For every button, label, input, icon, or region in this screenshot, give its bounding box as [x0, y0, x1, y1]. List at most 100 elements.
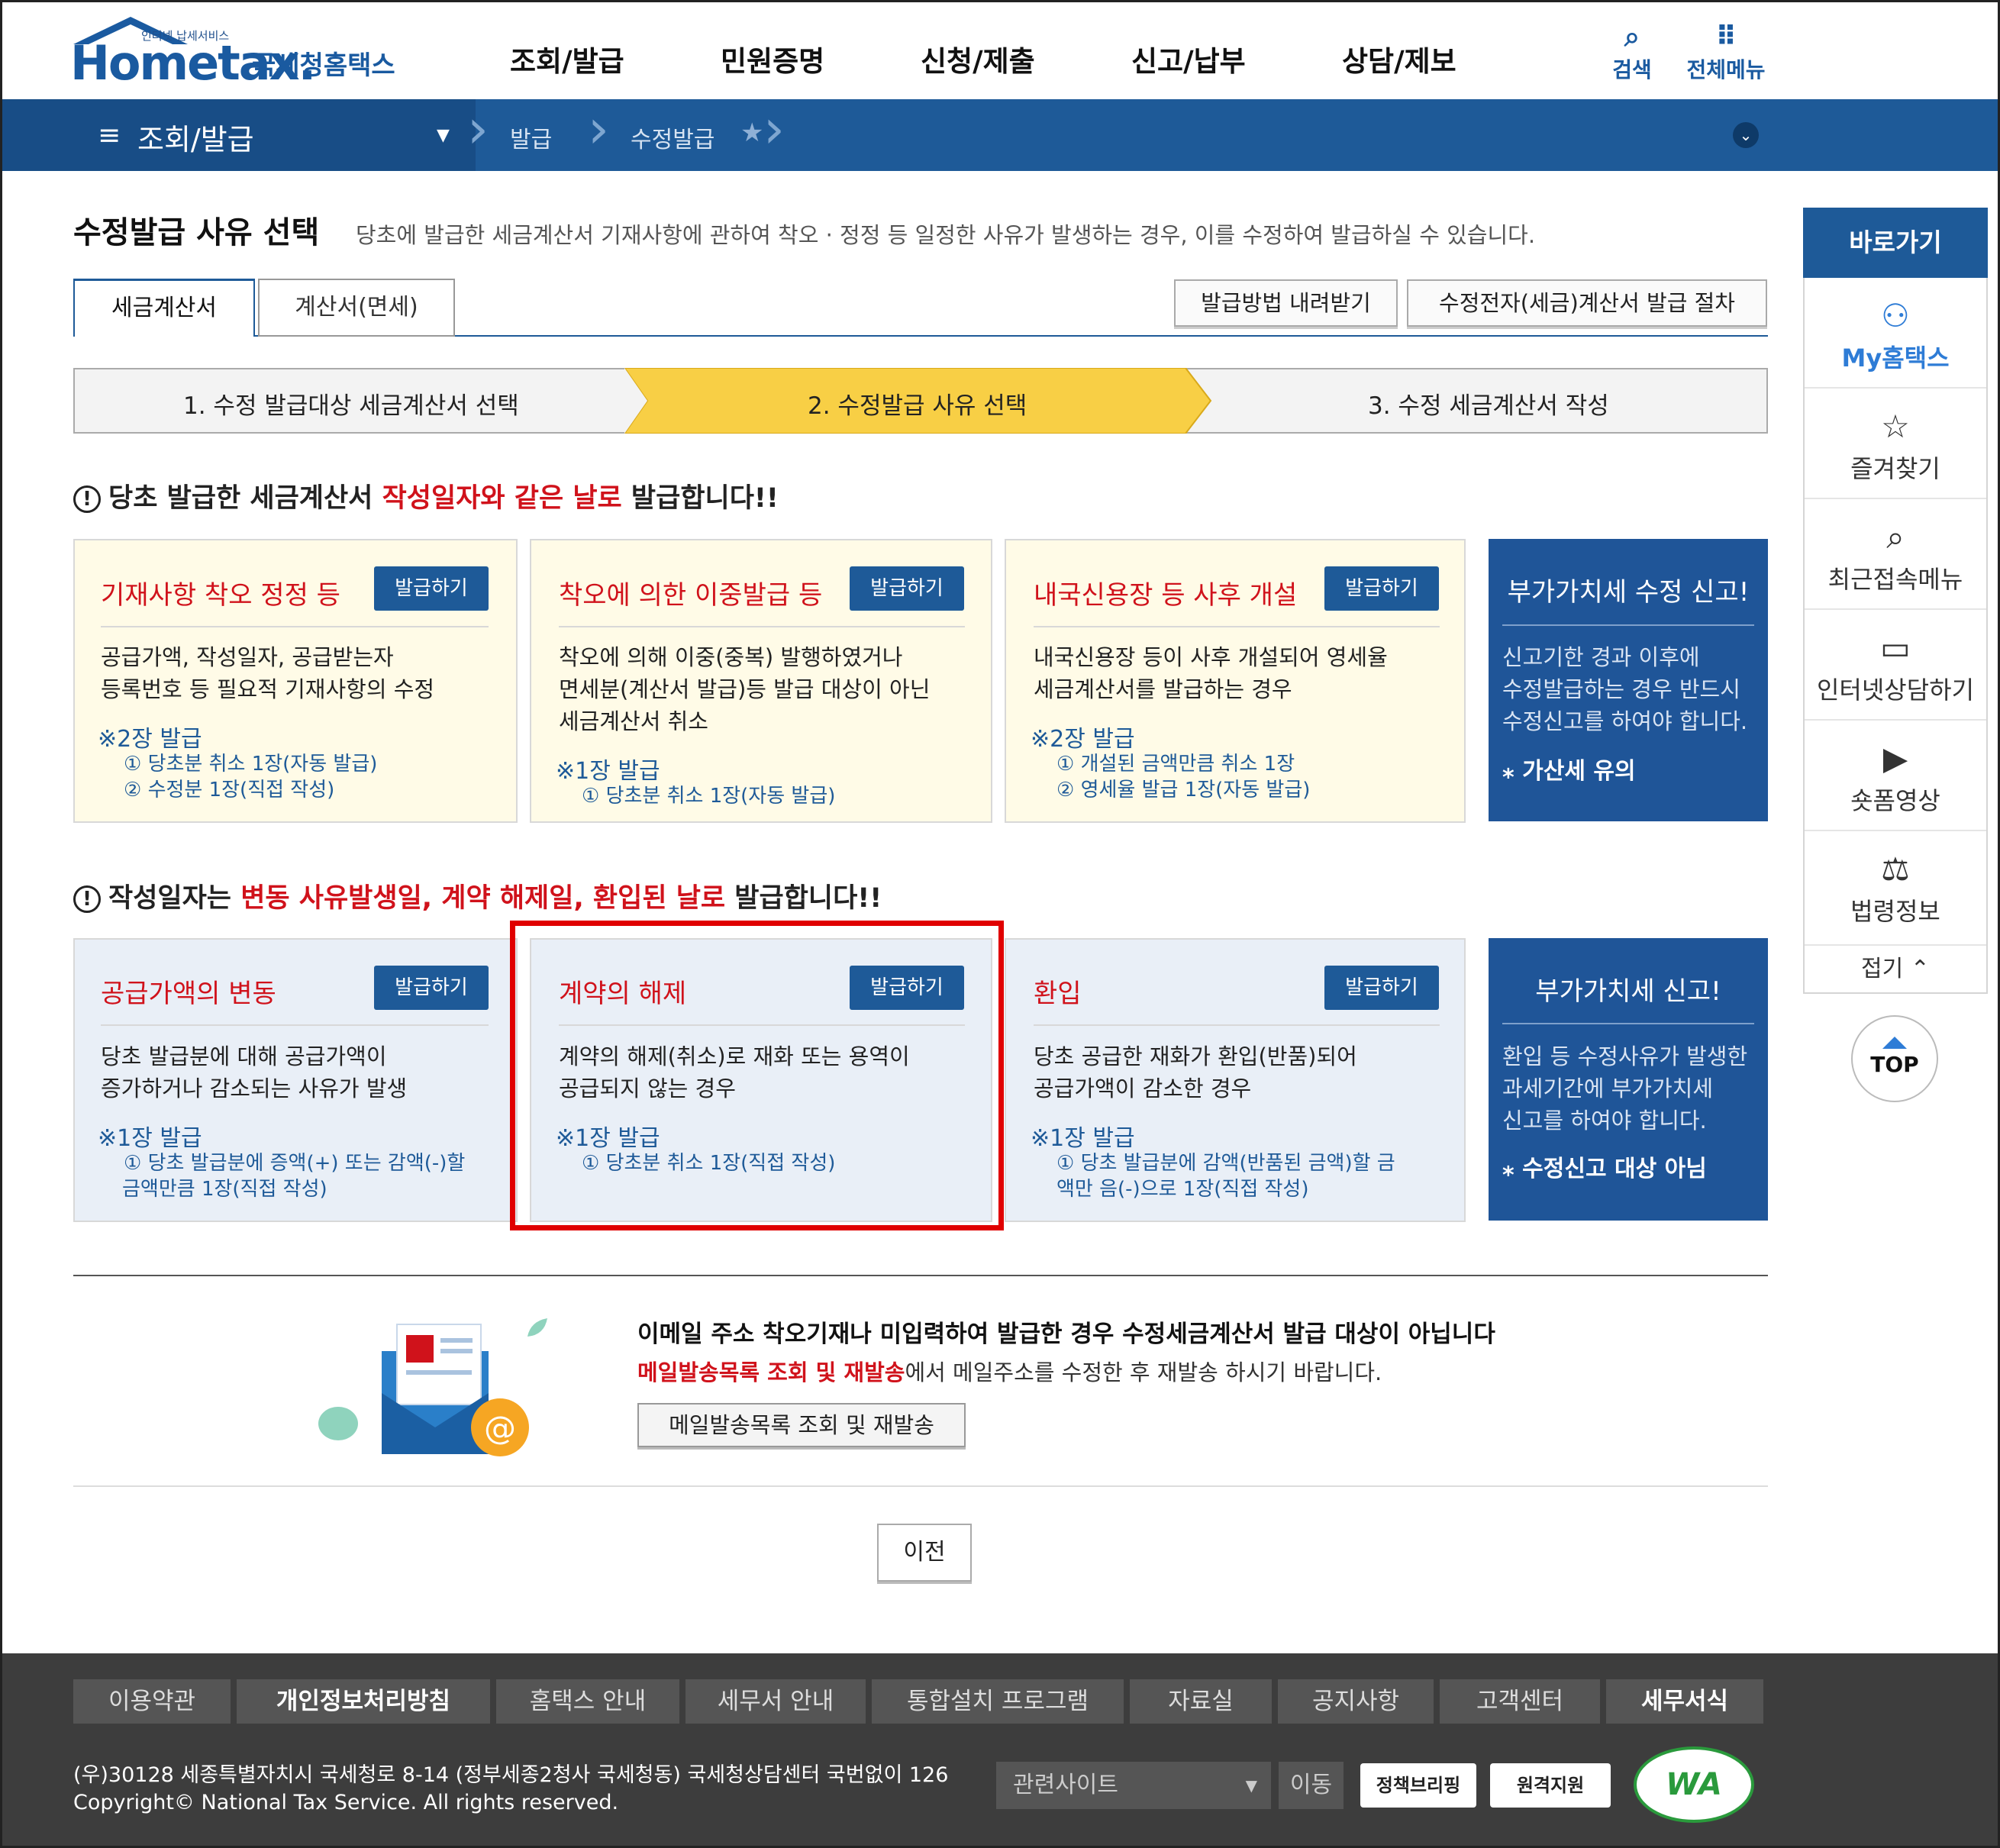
issue-button[interactable]: 발급하기 — [1324, 966, 1439, 1010]
issue-button[interactable]: 발급하기 — [1324, 566, 1439, 611]
policy-briefing-badge[interactable]: 정책브리핑 — [1360, 1763, 1476, 1808]
footer-hometax-guide[interactable]: 홈택스 안내 — [496, 1679, 679, 1724]
mail-desc-text: 에서 메일주소를 수정한 후 재발송 하시기 바랍니다. — [905, 1359, 1382, 1385]
card-sub: ① 당초분 취소 1장(자동 발급) — [124, 753, 378, 776]
notice-same-date: ! 당초 발급한 세금계산서 작성일자와 같은 날로 발급합니다!! — [73, 476, 779, 515]
notice-text: 발급합니다!! — [725, 883, 882, 914]
footer-terms[interactable]: 이용약관 — [73, 1679, 231, 1724]
footer-notices[interactable]: 공지사항 — [1278, 1679, 1434, 1724]
caret-down-icon[interactable]: ▼ — [437, 126, 450, 145]
footer-privacy[interactable]: 개인정보처리방침 — [237, 1679, 490, 1724]
svg-text:@: @ — [484, 1409, 516, 1446]
card-sub: ① 당초 발급분에 감액(반품된 금액)할 금 — [1056, 1152, 1395, 1175]
menu-title[interactable]: 조회/발급 — [137, 116, 254, 158]
nav-consult-report[interactable]: 상담/제보 — [1342, 38, 1456, 79]
card-line: 세금계산서를 발급하는 경우 — [1034, 676, 1292, 702]
mail-link-text[interactable]: 메일발송목록 조회 및 재발송 — [637, 1359, 905, 1385]
card-line: 공급가액이 감소한 경우 — [1034, 1076, 1252, 1101]
nav-civil-cert[interactable]: 민원증명 — [721, 38, 824, 79]
copyright-text: Copyright© National Tax Service. All rig… — [73, 1791, 619, 1814]
mail-resend-button[interactable]: 메일발송목록 조회 및 재발송 — [637, 1403, 966, 1447]
download-guide-button[interactable]: 발급방법 내려받기 — [1174, 279, 1398, 327]
quick-law-info[interactable]: ⚖ 법령정보 — [1805, 831, 1986, 946]
notice-highlight: 작성일자와 같은 날로 — [382, 483, 622, 514]
info-divider — [1502, 1023, 1754, 1024]
info-line: 환입 등 수정사유가 발생한 — [1502, 1043, 1748, 1069]
tab-invoice-exempt[interactable]: 계산서(면세) — [258, 279, 455, 337]
issue-button[interactable]: 발급하기 — [850, 566, 964, 611]
issue-button[interactable]: 발급하기 — [374, 966, 489, 1010]
card-sub: ② 영세율 발급 1장(자동 발급) — [1056, 779, 1311, 801]
nav-inquiry-issue[interactable]: 조회/발급 — [510, 38, 624, 79]
card-sub: 액만 음(-)으로 1장(직접 작성) — [1056, 1178, 1309, 1201]
info-line: 수정발급하는 경우 반드시 — [1502, 676, 1740, 702]
card-line: 내국신용장 등이 사후 개설되어 영세율 — [1034, 644, 1388, 670]
breadcrumb-modify-issue[interactable]: 수정발급 — [631, 121, 715, 154]
quick-favorites[interactable]: ☆ 즐겨찾기 — [1805, 389, 1986, 499]
hamburger-icon: ≡ — [98, 120, 121, 151]
quick-label: 법령정보 — [1850, 897, 1940, 926]
footer-customer-center[interactable]: 고객센터 — [1440, 1679, 1600, 1724]
card-title: 착오에 의한 이중발급 등 — [559, 580, 823, 611]
tab-tax-invoice[interactable]: 세금계산서 — [73, 279, 255, 337]
footer-data-room[interactable]: 자료실 — [1130, 1679, 1272, 1724]
top-label: TOP — [1870, 1052, 1919, 1077]
asterisk-icon: ⁎ — [1502, 758, 1523, 785]
chevron-divider-icon: › — [763, 98, 785, 160]
info-divider — [1502, 624, 1754, 626]
quick-label: 최근접속메뉴 — [1827, 565, 1963, 594]
previous-button[interactable]: 이전 — [877, 1524, 972, 1582]
card-line: 공급가액, 작성일자, 공급받는자 — [101, 644, 394, 670]
footer-taxoffice-guide[interactable]: 세무서 안내 — [685, 1679, 866, 1724]
caret-down-icon: ▼ — [1245, 1776, 1257, 1795]
card-title: 내국신용장 등 사후 개설 — [1034, 580, 1298, 611]
breadcrumb-issue[interactable]: 발급 — [510, 121, 552, 154]
arrow-up-icon — [1882, 1037, 1907, 1049]
issue-button[interactable]: 발급하기 — [374, 566, 489, 611]
notice-text: 발급합니다!! — [621, 483, 779, 514]
step-separator — [624, 368, 647, 434]
info-line: 신고를 하여야 합니다. — [1502, 1108, 1707, 1134]
procedure-button[interactable]: 수정전자(세금)계산서 발급 절차 — [1407, 279, 1767, 327]
quick-short-video[interactable]: ▶ 숏폼영상 — [1805, 721, 1986, 831]
all-menu-button[interactable]: ⠿ 전체메뉴 — [1684, 21, 1768, 84]
quick-label: 인터넷상담하기 — [1816, 676, 1975, 705]
quick-label: 숏폼영상 — [1850, 786, 1940, 815]
remote-support-badge[interactable]: 원격지원 — [1490, 1763, 1611, 1808]
card-title: 기재사항 착오 정정 등 — [101, 580, 340, 611]
section-divider-light — [73, 1485, 1768, 1487]
footer-tax-forms[interactable]: 세무서식 — [1606, 1679, 1763, 1724]
card-line: 세금계산서 취소 — [559, 708, 708, 734]
related-site-select[interactable]: 관련사이트 ▼ — [996, 1762, 1271, 1809]
card-count: ※1장 발급 — [1031, 1125, 1135, 1152]
play-icon: ▶ — [1882, 740, 1908, 777]
search-button[interactable]: ⌕ 검색 — [1590, 21, 1674, 84]
card-body: 당초 발급분에 대해 공급가액이 증가하거나 감소되는 사유가 발생 — [101, 1040, 407, 1105]
quick-fold-button[interactable]: 접기 ⌃ — [1805, 947, 1986, 992]
nav-report-pay[interactable]: 신고/납부 — [1131, 38, 1246, 79]
section-divider — [73, 1275, 1768, 1276]
laptop-icon: ▭ — [1880, 629, 1911, 666]
info-line: 과세기간에 부가가치세 — [1502, 1076, 1714, 1101]
nav-apply-submit[interactable]: 신청/제출 — [921, 38, 1035, 79]
quick-recent-menu[interactable]: ⌕ 최근접속메뉴 — [1805, 499, 1986, 610]
quick-my-hometax[interactable]: ⚇ My홈택스 — [1805, 278, 1986, 389]
wa-mark: WA — [1666, 1767, 1722, 1802]
footer-address: (우)30128 세종특별자치시 국세청로 8-14 (정부세종2청사 국세청동… — [73, 1762, 948, 1817]
gavel-icon: ⚖ — [1881, 850, 1910, 888]
expand-circle-icon[interactable]: ⌄ — [1733, 122, 1759, 148]
favorite-star-icon[interactable]: ★ — [740, 118, 763, 148]
logo-korean[interactable]: 국세청홈택스 — [252, 44, 395, 82]
info-footnote: ⁎ 가산세 유의 — [1502, 752, 1636, 785]
quick-panel-title: 바로가기 — [1803, 208, 1988, 278]
quick-label: My홈택스 — [1841, 343, 1950, 373]
card-line: 등록번호 등 필요적 기재사항의 수정 — [101, 676, 435, 702]
card-divider — [101, 1024, 489, 1026]
quick-internet-consult[interactable]: ▭ 인터넷상담하기 — [1805, 610, 1986, 721]
footer-install-program[interactable]: 통합설치 프로그램 — [872, 1679, 1124, 1724]
mail-notice-title: 이메일 주소 착오기재나 미입력하여 발급한 경우 수정세금계산서 발급 대상이… — [637, 1321, 1495, 1348]
card-count: ※1장 발급 — [556, 758, 660, 785]
address-text: (우)30128 세종특별자치시 국세청로 8-14 (정부세종2청사 국세청동… — [73, 1763, 949, 1787]
scroll-top-button[interactable]: TOP — [1851, 1015, 1938, 1102]
move-button[interactable]: 이동 — [1279, 1762, 1344, 1809]
